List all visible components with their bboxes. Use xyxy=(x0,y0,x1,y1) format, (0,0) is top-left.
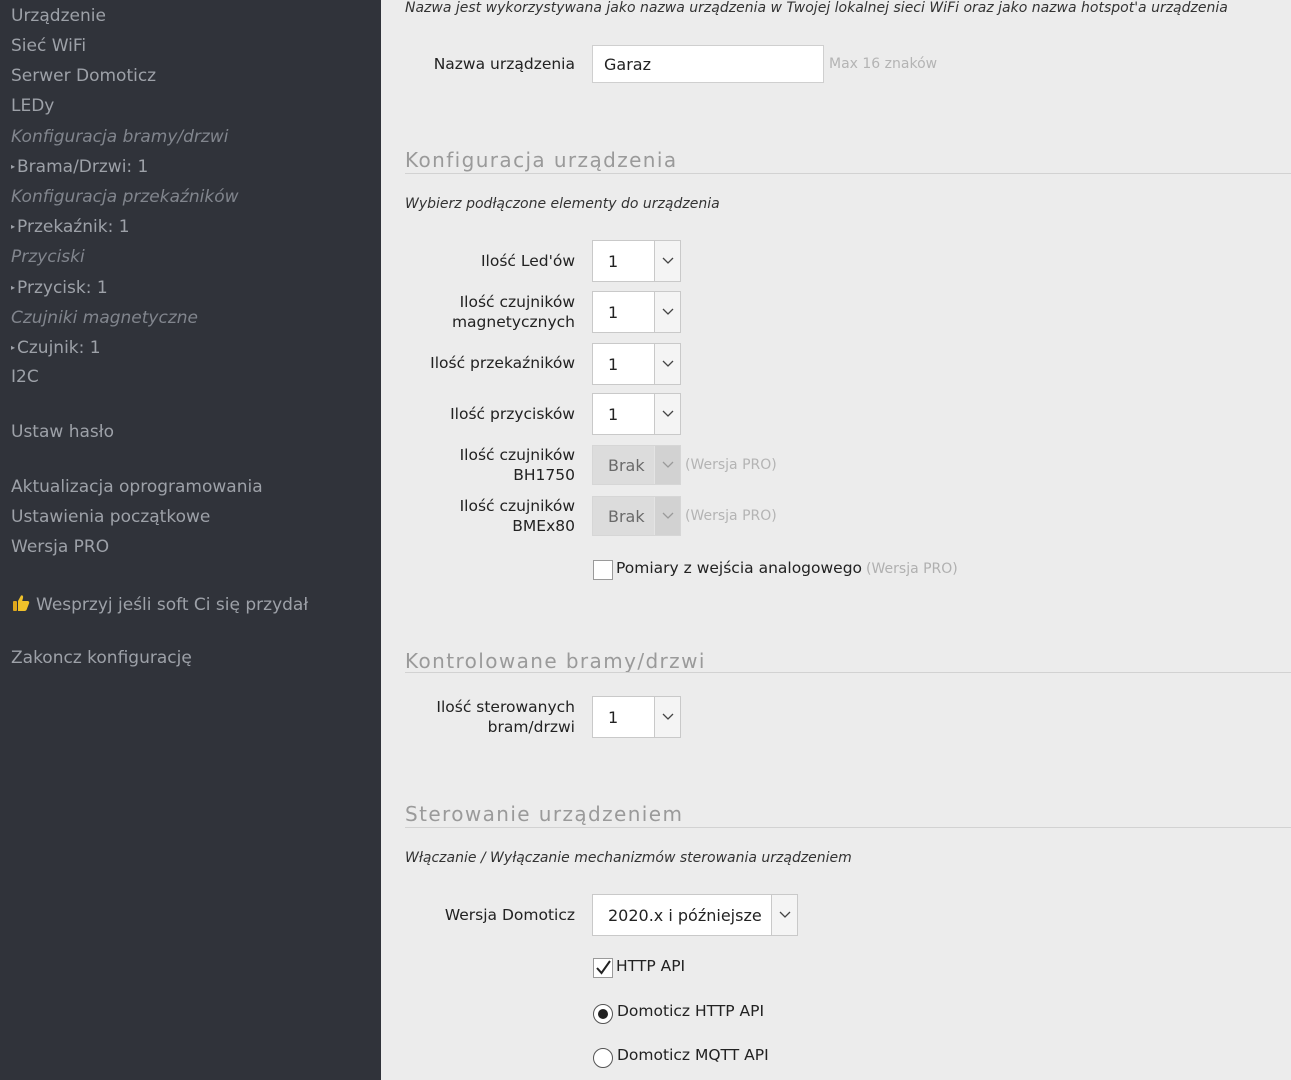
leds-count-select[interactable]: 1 xyxy=(592,240,681,282)
sidebar-item-support[interactable]: Wesprzyj jeśli soft Ci się przydał xyxy=(11,593,308,615)
bh1750-count-select: Brak xyxy=(592,445,681,485)
sidebar-item-leds[interactable]: LEDy xyxy=(11,96,54,116)
sidebar-item-label: Wesprzyj jeśli soft Ci się przydał xyxy=(36,595,309,615)
chevron-down-icon xyxy=(654,446,680,484)
sidebar-item-gate-1[interactable]: ▸ Brama/Drzwi: 1 xyxy=(11,157,148,177)
http-api-label: HTTP API xyxy=(616,957,686,975)
buttons-count-label: Ilość przycisków xyxy=(450,405,575,423)
sidebar-item-label: Brama/Drzwi: 1 xyxy=(17,157,149,177)
sidebar-item-finish-config[interactable]: Zakoncz konfigurację xyxy=(11,648,192,668)
magnetic-sensors-count-label: Ilość czujników magnetycznych xyxy=(451,293,575,331)
section-title-device-control: Sterowanie urządzeniem xyxy=(405,802,684,826)
sidebar-item-wifi[interactable]: Sieć WiFi xyxy=(11,36,86,56)
device-config-description: Wybierz podłączone elementy do urządzeni… xyxy=(405,196,720,212)
select-value: 2020.x i późniejsze xyxy=(608,905,762,925)
chevron-down-icon xyxy=(654,697,680,737)
gates-count-select[interactable]: 1 xyxy=(592,696,681,738)
device-name-hint: Max 16 znaków xyxy=(829,56,938,72)
sidebar-nav: Urządzenie Sieć WiFi Serwer Domoticz LED… xyxy=(0,0,381,1080)
chevron-down-icon xyxy=(654,292,680,332)
pro-version-note: (Wersja PRO) xyxy=(685,508,777,524)
section-divider xyxy=(405,827,1291,828)
chevron-down-icon xyxy=(654,344,680,384)
select-value: 1 xyxy=(608,251,619,271)
sidebar-item-device[interactable]: Urządzenie xyxy=(11,6,106,26)
http-api-checkbox[interactable] xyxy=(593,958,613,978)
domoticz-http-api-radio[interactable] xyxy=(593,1004,613,1024)
domoticz-mqtt-api-label: Domoticz MQTT API xyxy=(617,1046,769,1064)
select-value: Brak xyxy=(608,506,645,526)
sidebar-group-gate-config: Konfiguracja bramy/drzwi xyxy=(11,127,229,147)
sidebar-item-label: Przekaźnik: 1 xyxy=(17,217,130,237)
select-value: 1 xyxy=(608,354,619,374)
section-divider xyxy=(405,173,1291,174)
sidebar-item-relay-1[interactable]: ▸ Przekaźnik: 1 xyxy=(11,217,130,237)
analog-input-checkbox[interactable] xyxy=(593,560,613,580)
triangle-right-icon: ▸ xyxy=(11,161,16,171)
domoticz-version-label: Wersja Domoticz xyxy=(444,906,575,924)
main-content: Nazwa jest wykorzystywana jako nazwa urz… xyxy=(381,0,1291,1080)
relays-count-label: Ilość przekaźników xyxy=(430,354,575,372)
triangle-right-icon: ▸ xyxy=(11,282,16,292)
magnetic-sensors-count-select[interactable]: 1 xyxy=(592,291,681,333)
chevron-down-icon xyxy=(654,497,680,535)
bh1750-count-label: Ilość czujników BH1750 xyxy=(459,446,575,484)
radio-selected-dot xyxy=(598,1009,608,1019)
pro-version-note: (Wersja PRO) xyxy=(685,457,777,473)
section-divider xyxy=(405,672,1291,673)
bmex80-count-label: Ilość czujników BMEx80 xyxy=(459,497,575,535)
sidebar-group-buttons: Przyciski xyxy=(11,247,85,267)
pro-version-note: (Wersja PRO) xyxy=(866,561,958,577)
thumbs-up-icon xyxy=(11,593,31,613)
triangle-right-icon: ▸ xyxy=(11,342,16,352)
leds-count-label: Ilość Led'ów xyxy=(480,252,575,270)
section-title-gates: Kontrolowane bramy/drzwi xyxy=(405,649,706,673)
sidebar-item-i2c[interactable]: I2C xyxy=(11,367,39,387)
select-value: 1 xyxy=(608,707,619,727)
chevron-down-icon xyxy=(654,394,680,434)
triangle-right-icon: ▸ xyxy=(11,221,16,231)
device-control-description: Włączanie / Wyłączanie mechanizmów stero… xyxy=(405,850,852,866)
select-value: Brak xyxy=(608,455,645,475)
chevron-down-icon xyxy=(654,241,680,281)
sidebar-item-label: Czujnik: 1 xyxy=(17,338,101,358)
bmex80-count-select: Brak xyxy=(592,496,681,536)
domoticz-version-select[interactable]: 2020.x i późniejsze xyxy=(592,894,798,936)
section-title-device-config: Konfiguracja urządzenia xyxy=(405,148,678,172)
sidebar-item-firmware-update[interactable]: Aktualizacja oprogramowania xyxy=(11,477,263,497)
checkmark-icon xyxy=(596,960,611,975)
sidebar-item-label: Przycisk: 1 xyxy=(17,278,108,298)
analog-input-label: Pomiary z wejścia analogowego (Wersja PRO… xyxy=(616,559,958,577)
sidebar-item-domoticz-server[interactable]: Serwer Domoticz xyxy=(11,66,156,86)
device-name-description: Nazwa jest wykorzystywana jako nazwa urz… xyxy=(405,0,1228,16)
sidebar-group-magnetic-sensors: Czujniki magnetyczne xyxy=(11,308,198,328)
chevron-down-icon xyxy=(771,895,797,935)
device-name-input[interactable] xyxy=(592,45,824,83)
relays-count-select[interactable]: 1 xyxy=(592,343,681,385)
domoticz-mqtt-api-radio[interactable] xyxy=(593,1048,613,1068)
device-name-label: Nazwa urządzenia xyxy=(433,55,575,73)
sidebar-item-factory-settings[interactable]: Ustawienia początkowe xyxy=(11,507,210,527)
sidebar-item-pro-version[interactable]: Wersja PRO xyxy=(11,537,109,557)
sidebar-item-set-password[interactable]: Ustaw hasło xyxy=(11,422,114,442)
select-value: 1 xyxy=(608,404,619,424)
sidebar-item-button-1[interactable]: ▸ Przycisk: 1 xyxy=(11,278,108,298)
select-value: 1 xyxy=(608,302,619,322)
gates-count-label: Ilość sterowanych bram/drzwi xyxy=(436,698,575,736)
domoticz-http-api-label: Domoticz HTTP API xyxy=(617,1002,765,1020)
sidebar-item-sensor-1[interactable]: ▸ Czujnik: 1 xyxy=(11,338,101,358)
sidebar-group-relay-config: Konfiguracja przekaźników xyxy=(11,187,239,207)
buttons-count-select[interactable]: 1 xyxy=(592,393,681,435)
